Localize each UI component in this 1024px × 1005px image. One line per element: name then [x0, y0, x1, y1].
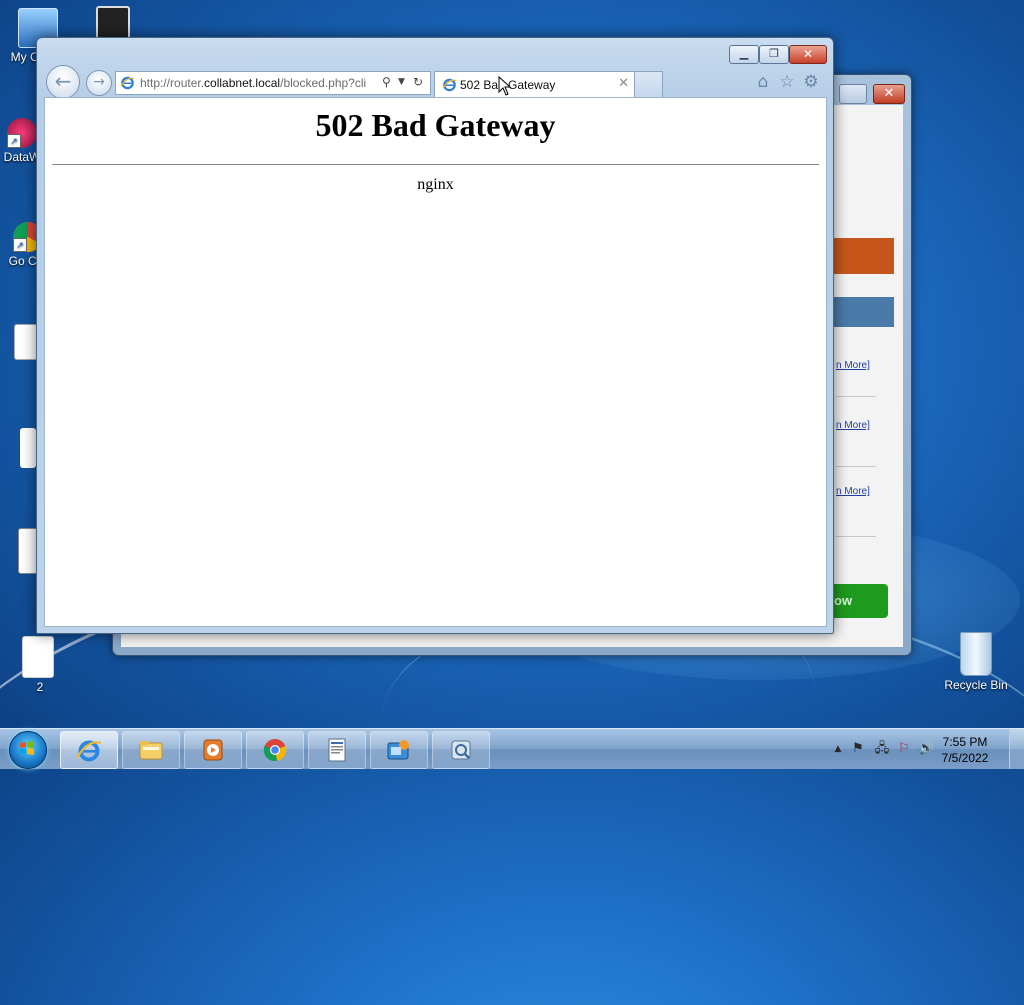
url-prefix: http://router.	[140, 76, 205, 90]
taskbar-network-app[interactable]	[370, 731, 428, 769]
divider	[836, 466, 876, 467]
taskbar-document-viewer[interactable]	[308, 731, 366, 769]
desktop-icon-label: Recycle Bin	[944, 678, 1008, 692]
tab-502-bad-gateway[interactable]: 502 Bad Gateway ✕	[434, 71, 635, 97]
taskbar-media-player[interactable]	[184, 731, 242, 769]
learn-more-link[interactable]: n More]	[836, 420, 870, 431]
start-button[interactable]	[4, 729, 48, 769]
ie-icon	[442, 78, 457, 92]
page-content: 502 Bad Gateway nginx	[44, 97, 827, 627]
shortcut-arrow-icon: ↗	[7, 134, 21, 148]
file-icon	[20, 428, 36, 468]
blank-file-icon	[22, 636, 54, 678]
taskbar-internet-explorer[interactable]	[60, 731, 118, 769]
minimize-button[interactable]: ▁	[729, 45, 759, 64]
system-tray: ▲ ⚑ 🖧 ⚐ 🔊 7:55 PM 7/5/2022	[804, 729, 1024, 769]
forward-button[interactable]: →	[86, 70, 112, 96]
address-bar[interactable]: http://router.collabnet.local/blocked.ph…	[115, 71, 431, 95]
tools-app-icon	[451, 740, 471, 760]
network-tool-icon	[96, 6, 130, 40]
url-domain: collabnet.local	[204, 76, 281, 90]
desktop-icon-file-2[interactable]: 2	[2, 636, 78, 694]
learn-more-link[interactable]: n More]	[836, 486, 870, 497]
back-button[interactable]: ←	[46, 65, 80, 99]
browser-window[interactable]: ▁ ❐ ✕ ← → http://router.collabnet.local/…	[36, 37, 834, 634]
divider	[836, 396, 876, 397]
network-app-icon	[387, 740, 409, 760]
home-icon[interactable]: ⌂	[753, 72, 773, 92]
show-hidden-icons-icon[interactable]: ▲	[830, 741, 846, 757]
learn-more-link[interactable]: n More]	[836, 360, 870, 371]
favorites-star-icon[interactable]: ☆	[777, 72, 797, 92]
volume-icon[interactable]: 🔊	[918, 741, 934, 757]
background-close-button[interactable]: ✕	[873, 84, 905, 104]
dropdown-arrow-icon[interactable]: ▼	[398, 77, 405, 87]
url-path: /blocked.php?cli	[280, 76, 367, 90]
maximize-button[interactable]: ❐	[759, 45, 789, 64]
document-icon	[328, 738, 346, 762]
desktop-icon-label: DataW	[3, 150, 41, 164]
taskbar: ▲ ⚑ 🖧 ⚐ 🔊 7:55 PM 7/5/2022	[0, 728, 1024, 769]
network-icon[interactable]: 🖧	[874, 741, 890, 757]
close-tab-icon[interactable]: ✕	[618, 76, 629, 91]
background-action-button[interactable]: ow	[826, 584, 888, 618]
folder-icon	[139, 741, 163, 760]
mouse-cursor-icon	[498, 76, 512, 96]
shortcut-arrow-icon: ↗	[13, 238, 27, 252]
server-name: nginx	[417, 176, 454, 193]
clock-time: 7:55 PM	[942, 735, 988, 749]
action-center-icon[interactable]: ⚑	[850, 741, 866, 757]
chrome-icon	[263, 739, 287, 762]
search-icon[interactable]: ⚲	[382, 75, 391, 89]
windows-logo-icon	[20, 741, 34, 755]
tools-gear-icon[interactable]: ⚙	[801, 72, 821, 92]
ie-icon	[120, 76, 135, 90]
address-url[interactable]: http://router.collabnet.local/blocked.ph…	[140, 76, 376, 90]
clock-date: 7/5/2022	[941, 751, 989, 765]
taskbar-google-chrome[interactable]	[246, 731, 304, 769]
show-desktop-button[interactable]	[1009, 729, 1024, 769]
ie-icon	[76, 740, 102, 762]
taskbar-windows-explorer[interactable]	[122, 731, 180, 769]
close-button[interactable]: ✕	[789, 45, 827, 64]
dataw-icon: ↗	[7, 118, 37, 148]
new-tab-button[interactable]	[634, 71, 663, 97]
refresh-icon[interactable]: ↻	[413, 75, 423, 89]
installer-icon	[18, 528, 38, 574]
taskbar-tools-app[interactable]	[432, 731, 490, 769]
clock[interactable]: 7:55 PM 7/5/2022	[933, 734, 997, 766]
page-title: 502 Bad Gateway	[315, 107, 556, 143]
recycle-bin-icon	[960, 632, 992, 676]
divider	[52, 164, 819, 165]
flag-alert-icon[interactable]: ⚐	[896, 741, 912, 757]
desktop-icon-recycle-bin[interactable]: Recycle Bin	[936, 632, 1016, 692]
divider	[836, 536, 876, 537]
desktop-icon-label: 2	[36, 680, 44, 694]
background-minimize-button[interactable]	[839, 84, 867, 104]
media-player-icon	[203, 739, 223, 761]
